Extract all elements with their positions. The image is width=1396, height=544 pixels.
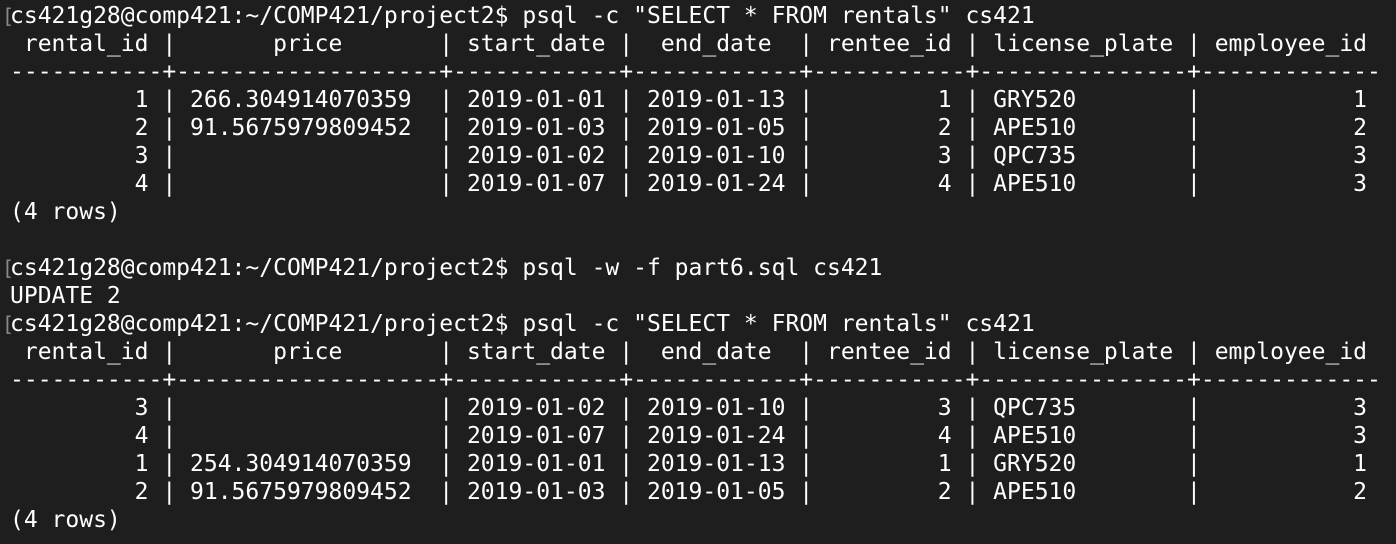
table-row: 1 | 266.304914070359 | 2019-01-01 | 2019… (10, 87, 1368, 113)
prompt-command-line: cs421g28@comp421:~/COMP421/project2$ psq… (10, 311, 1035, 337)
prompt-mark: [ (2, 4, 15, 28)
prompt-mark: [ (2, 256, 15, 280)
table-row: 2 | 91.5675979809452 | 2019-01-03 | 2019… (10, 115, 1368, 141)
terminal-window[interactable]: [ [ [ cs421g28@comp421:~/COMP421/project… (0, 0, 1396, 544)
prompt-mark: [ (2, 312, 15, 336)
table-row: 2 | 91.5675979809452 | 2019-01-03 | 2019… (10, 479, 1368, 505)
table-row: 4 | | 2019-01-07 | 2019-01-24 | 4 | APE5… (10, 171, 1368, 197)
table-row: 1 | 254.304914070359 | 2019-01-01 | 2019… (10, 451, 1368, 477)
row-count: (4 rows) (10, 199, 121, 225)
table-header-row: rental_id | price | start_date | end_dat… (10, 339, 1368, 365)
command-output: UPDATE 2 (10, 283, 121, 309)
table-header-row: rental_id | price | start_date | end_dat… (10, 31, 1368, 57)
table-separator: -----------+-------------------+--------… (10, 367, 1381, 393)
prompt-command-line: cs421g28@comp421:~/COMP421/project2$ psq… (10, 3, 1035, 29)
table-row: 4 | | 2019-01-07 | 2019-01-24 | 4 | APE5… (10, 423, 1368, 449)
prompt-command-line: cs421g28@comp421:~/COMP421/project2$ psq… (10, 255, 883, 281)
row-count: (4 rows) (10, 507, 121, 533)
table-row: 3 | | 2019-01-02 | 2019-01-10 | 3 | QPC7… (10, 143, 1368, 169)
table-separator: -----------+-------------------+--------… (10, 59, 1381, 85)
table-row: 3 | | 2019-01-02 | 2019-01-10 | 3 | QPC7… (10, 395, 1368, 421)
